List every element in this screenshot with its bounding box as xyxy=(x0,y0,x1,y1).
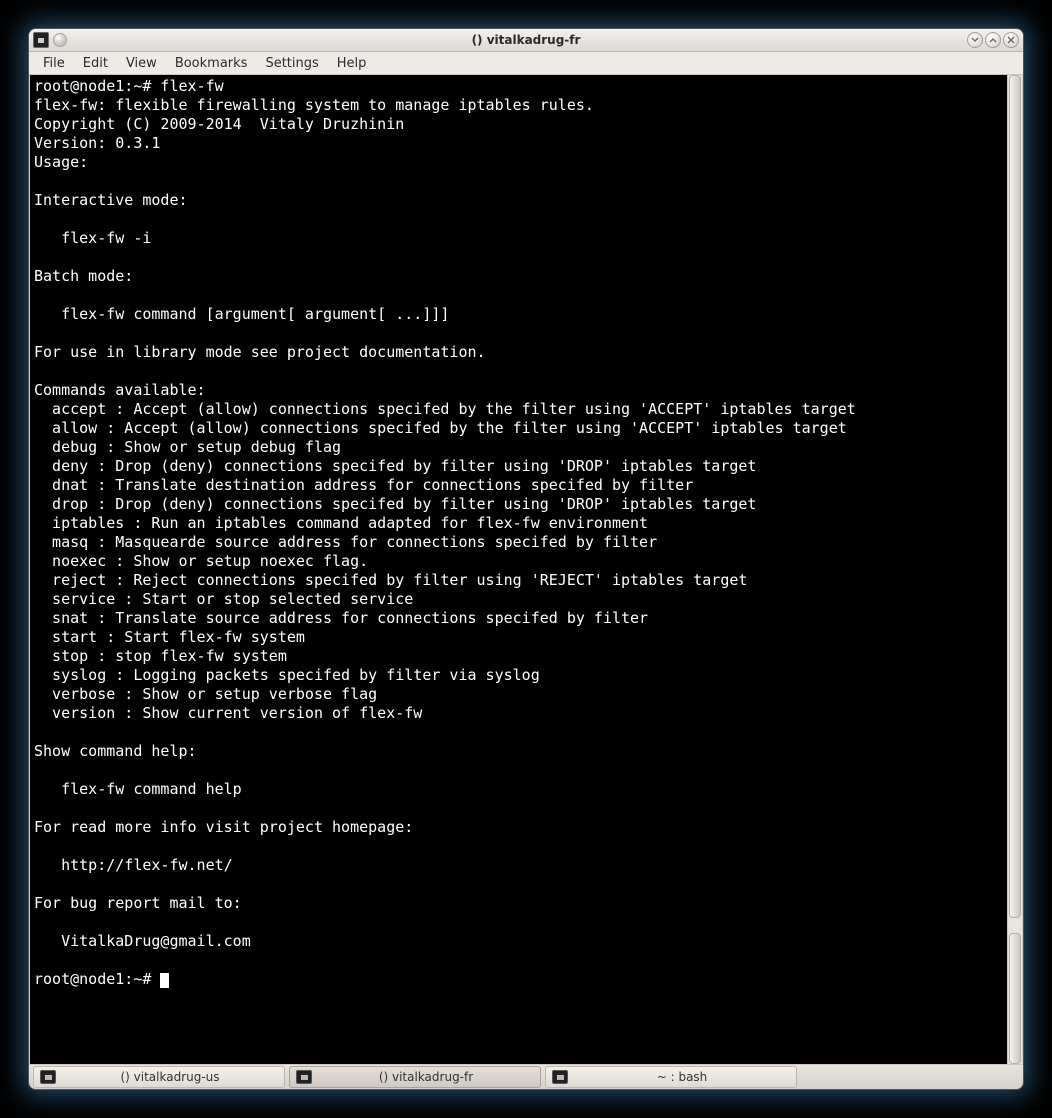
taskbar-item-1[interactable]: () vitalkadrug-fr xyxy=(289,1066,541,1088)
maximize-button[interactable] xyxy=(985,32,1001,48)
menu-view[interactable]: View xyxy=(118,54,165,73)
terminal-window: () vitalkadrug-fr File Edit View Bookmar… xyxy=(28,28,1024,1090)
taskbar-item-2[interactable]: ~ : bash xyxy=(545,1066,797,1088)
taskbar-item-0[interactable]: () vitalkadrug-us xyxy=(33,1066,285,1088)
taskbar-label: () vitalkadrug-us xyxy=(62,1070,278,1084)
terminal-output[interactable]: root@node1:~# flex-fw flex-fw: flexible … xyxy=(30,75,1007,1064)
taskbar-label: ~ : bash xyxy=(574,1070,790,1084)
scrollbar[interactable] xyxy=(1007,75,1022,1064)
menu-bookmarks[interactable]: Bookmarks xyxy=(167,54,256,73)
cursor xyxy=(160,973,169,988)
titlebar-left xyxy=(33,32,103,48)
minimize-button[interactable] xyxy=(967,32,983,48)
close-icon xyxy=(1007,36,1015,44)
menu-help[interactable]: Help xyxy=(329,54,375,73)
terminal-icon xyxy=(552,1070,568,1084)
taskbar-label: () vitalkadrug-fr xyxy=(318,1070,534,1084)
terminal-area: root@node1:~# flex-fw flex-fw: flexible … xyxy=(29,75,1023,1064)
chevron-down-icon xyxy=(971,36,979,44)
window-title: () vitalkadrug-fr xyxy=(103,33,949,47)
taskbar: () vitalkadrug-us () vitalkadrug-fr ~ : … xyxy=(29,1064,1023,1089)
menu-file[interactable]: File xyxy=(35,54,73,73)
menu-edit[interactable]: Edit xyxy=(75,54,116,73)
chevron-up-icon xyxy=(989,36,997,44)
scrollbar-handle-bottom[interactable] xyxy=(1009,933,1021,1064)
app-icon xyxy=(33,32,49,48)
menu-settings[interactable]: Settings xyxy=(257,54,326,73)
titlebar-right xyxy=(949,32,1019,48)
titlebar-dot-icon xyxy=(53,33,67,47)
close-button[interactable] xyxy=(1003,32,1019,48)
titlebar[interactable]: () vitalkadrug-fr xyxy=(29,29,1023,52)
terminal-icon xyxy=(40,1070,56,1084)
scrollbar-handle-top[interactable] xyxy=(1009,75,1021,918)
menubar: File Edit View Bookmarks Settings Help xyxy=(29,52,1023,75)
terminal-icon xyxy=(296,1070,312,1084)
